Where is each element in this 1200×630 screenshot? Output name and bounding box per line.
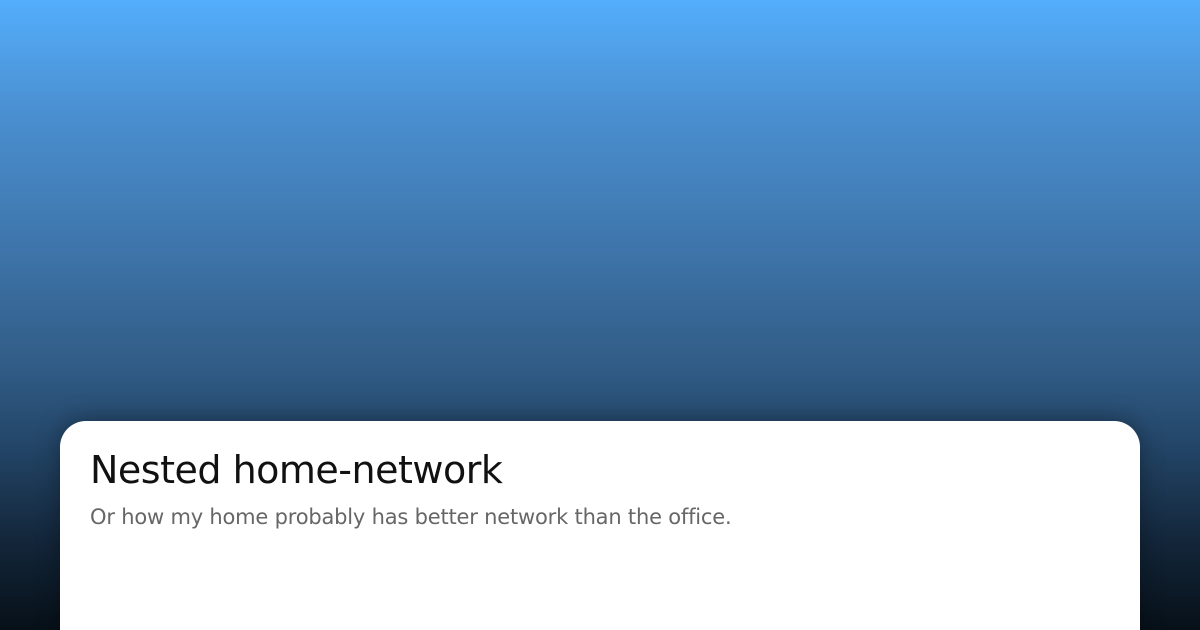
post-title: Nested home-network xyxy=(90,448,503,492)
post-card: Nested home-network Or how my home proba… xyxy=(60,421,1140,630)
post-subtitle: Or how my home probably has better netwo… xyxy=(90,505,732,529)
